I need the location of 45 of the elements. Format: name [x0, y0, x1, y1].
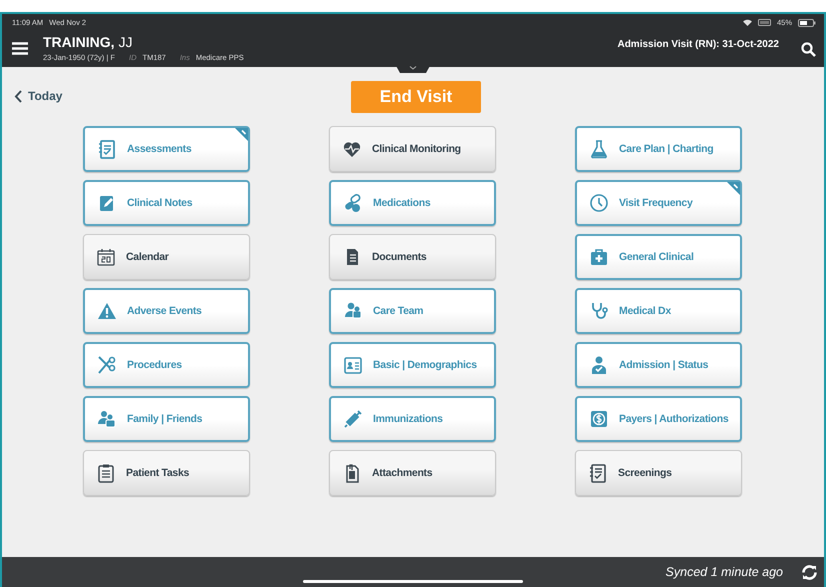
sync-status: Synced 1 minute ago — [666, 565, 783, 579]
vpn-icon — [758, 19, 771, 26]
calendar-icon — [96, 247, 116, 267]
menu-tile[interactable]: Admission | Status — [575, 342, 742, 388]
menu-tile[interactable]: Family | Friends — [83, 396, 250, 442]
menu-tile[interactable]: Payers | Authorizations — [575, 396, 742, 442]
clipboard-list-icon — [96, 463, 116, 483]
menu-tile[interactable]: Adverse Events — [83, 288, 250, 334]
menu-tile[interactable]: Medications — [329, 180, 496, 226]
syringe-icon — [343, 409, 363, 429]
scissors-icon — [97, 355, 117, 375]
menu-tile[interactable]: Care Team — [329, 288, 496, 334]
dollar-icon — [589, 409, 609, 429]
wifi-icon — [742, 19, 752, 26]
menu-icon[interactable] — [12, 42, 28, 55]
id-card-icon — [343, 355, 363, 375]
notepad-icon — [97, 139, 117, 159]
menu-tile[interactable]: Care Plan | Charting — [575, 126, 742, 172]
medical-kit-icon — [589, 247, 609, 267]
people-icon — [343, 301, 363, 321]
menu-tile[interactable]: Visit Frequency — [575, 180, 742, 226]
stethoscope-icon — [589, 301, 609, 321]
sync-icon[interactable] — [801, 564, 818, 580]
patient-name: TRAINING, JJ — [43, 34, 134, 50]
end-visit-button[interactable]: End Visit — [351, 81, 481, 113]
menu-tile[interactable]: General Clinical — [575, 234, 742, 280]
search-icon[interactable] — [801, 42, 816, 57]
menu-tile[interactable]: Basic | Demographics — [329, 342, 496, 388]
menu-tile[interactable]: Immunizations — [329, 396, 496, 442]
menu-tile[interactable]: Clinical Notes — [83, 180, 250, 226]
back-link[interactable]: Today — [14, 89, 62, 103]
flask-icon — [589, 139, 609, 159]
menu-tile[interactable]: Procedures — [83, 342, 250, 388]
clock-icon — [589, 193, 609, 213]
pills-icon — [343, 193, 363, 213]
menu-tile[interactable]: Medical Dx — [575, 288, 742, 334]
warning-icon — [97, 301, 117, 321]
battery-icon — [798, 18, 816, 26]
collapse-tab-icon[interactable] — [395, 64, 431, 73]
visit-title: Admission Visit (RN): 31-Oct-2022 — [617, 39, 779, 50]
family-icon — [97, 409, 117, 429]
person-check-icon — [589, 355, 609, 375]
menu-tile[interactable]: Assessments — [83, 126, 250, 172]
checklist-icon — [588, 463, 608, 483]
chevron-left-icon — [14, 90, 22, 102]
